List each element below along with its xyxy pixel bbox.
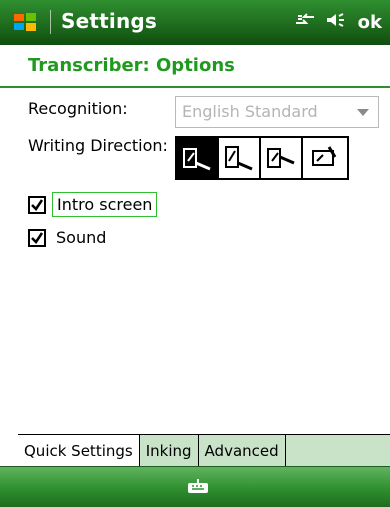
checkmark-icon (31, 198, 44, 211)
title-separator (50, 10, 51, 34)
tab-quick-settings[interactable]: Quick Settings (18, 435, 140, 467)
tab-advanced[interactable]: Advanced (199, 435, 286, 467)
tab-inking[interactable]: Inking (140, 435, 199, 467)
intro-screen-label[interactable]: Intro screen (52, 192, 158, 217)
bottom-bar (0, 466, 390, 507)
intro-screen-row[interactable]: Intro screen (28, 192, 158, 217)
keyboard-icon[interactable] (186, 477, 210, 495)
writing-direction-icon-3 (267, 148, 295, 168)
page-title: Transcriber: Options (28, 55, 235, 76)
writing-direction-icon-2 (225, 146, 253, 171)
recognition-dropdown[interactable]: English Standard (175, 96, 379, 128)
connectivity-icon[interactable] (294, 11, 316, 33)
recognition-label: Recognition: (28, 99, 128, 118)
writing-direction-option-4[interactable] (303, 138, 345, 178)
sound-label[interactable]: Sound (52, 226, 110, 249)
ok-button[interactable]: ok (358, 12, 382, 33)
checkmark-icon (31, 231, 44, 244)
intro-screen-checkbox[interactable] (28, 195, 46, 214)
tab-bar-fill (285, 435, 390, 467)
writing-direction-icon-4 (312, 146, 337, 166)
title-bar: Settings ok (0, 0, 390, 45)
chevron-down-icon[interactable] (357, 109, 369, 116)
writing-direction-picker[interactable] (175, 136, 349, 180)
sound-checkbox[interactable] (28, 228, 46, 247)
writing-direction-option-1[interactable] (177, 138, 219, 178)
writing-direction-option-2[interactable] (219, 138, 261, 178)
windows-start-icon[interactable] (10, 10, 40, 34)
volume-icon[interactable] (324, 11, 346, 33)
tab-bar: Quick Settings Inking Advanced (18, 434, 390, 467)
status-area: ok (294, 8, 382, 36)
page-header: Transcriber: Options (0, 45, 390, 88)
app-title: Settings (61, 9, 158, 33)
sound-row[interactable]: Sound (28, 226, 110, 249)
recognition-value: English Standard (182, 102, 318, 121)
writing-direction-icon-1 (183, 148, 211, 171)
writing-direction-label: Writing Direction: (28, 136, 168, 155)
writing-direction-option-3[interactable] (261, 138, 303, 178)
